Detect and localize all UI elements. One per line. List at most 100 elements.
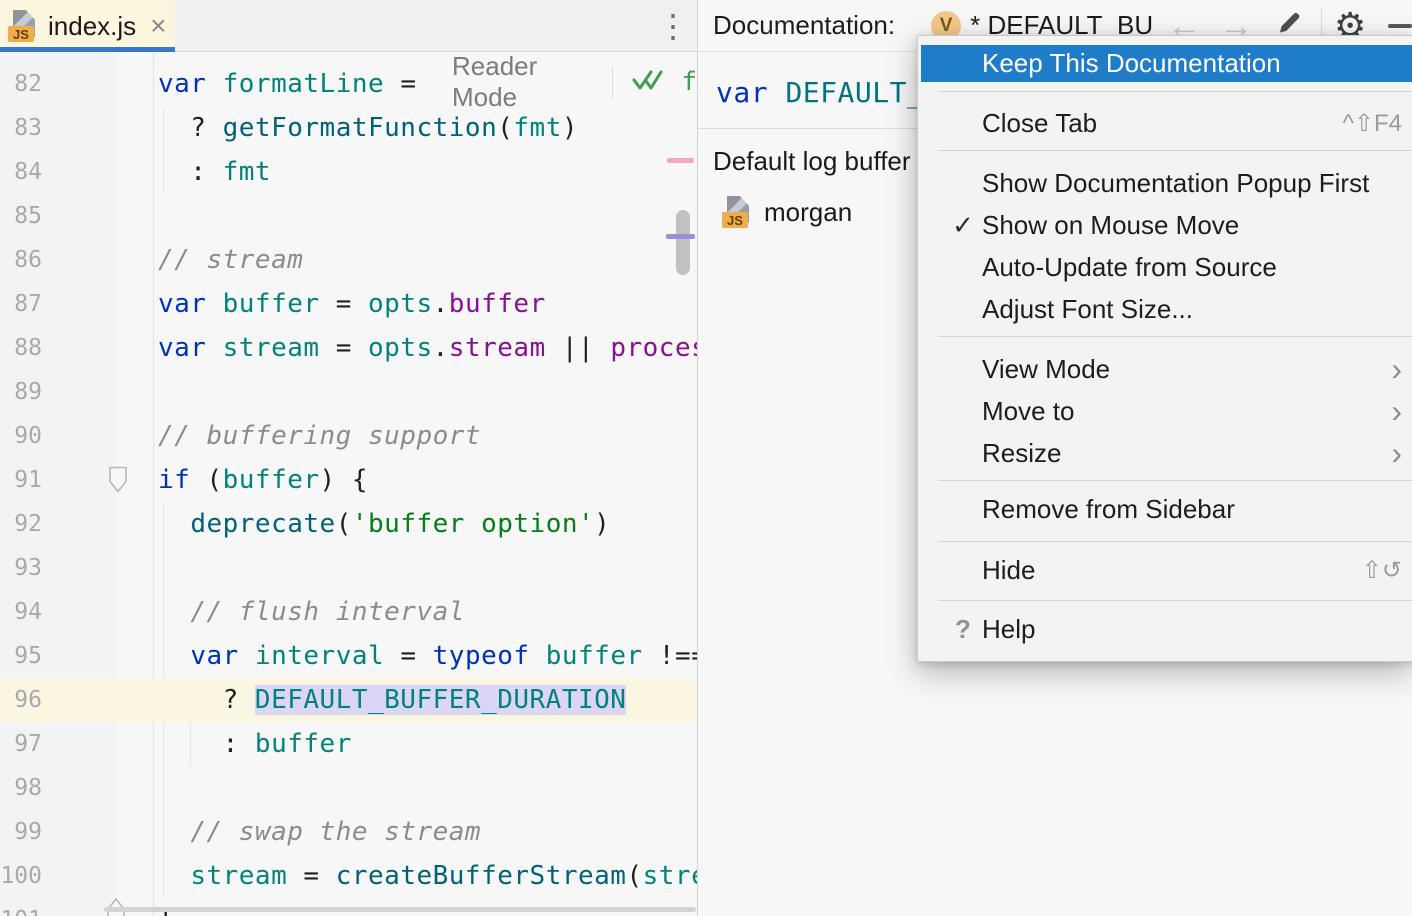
menu-separator	[938, 541, 1412, 542]
line-number: 86	[0, 247, 42, 273]
inspections-ok-check-icon[interactable]	[631, 66, 663, 99]
submenu-chevron-icon: ›	[1391, 395, 1402, 427]
scrollbar-marker-purple	[666, 234, 695, 239]
widget-divider	[612, 66, 613, 98]
checkmark-icon: ✓	[948, 210, 978, 241]
line-number: 89	[0, 379, 42, 405]
documentation-title: Documentation:	[713, 10, 895, 41]
menu-item-move-to[interactable]: Move to›	[918, 390, 1412, 432]
doc-module-name[interactable]: morgan	[764, 197, 852, 228]
code-line-99[interactable]: 99 // swap the stream	[0, 810, 697, 854]
doc-module-row[interactable]: JS morgan	[722, 196, 852, 228]
code-text: // swap the stream	[158, 817, 481, 847]
line-number: 85	[0, 203, 42, 229]
code-line-93[interactable]: 93	[0, 546, 697, 590]
fold-marker-collapse-icon[interactable]	[108, 466, 128, 499]
code-line-85[interactable]: 85	[0, 194, 697, 238]
code-line-98[interactable]: 98	[0, 766, 697, 810]
menu-separator	[938, 600, 1412, 601]
line-number: 98	[0, 775, 42, 801]
js-file-icon: JS	[8, 10, 38, 42]
line-number: 84	[0, 159, 42, 185]
code-text: : buffer	[158, 729, 352, 759]
code-text: stream = createBufferStream(stream	[158, 861, 697, 891]
code-text: ? DEFAULT_BUFFER_DURATION	[158, 685, 626, 715]
editor-options-kebab-icon[interactable]: ⋮	[656, 4, 690, 48]
code-text: // flush interval	[158, 597, 465, 627]
scrollbar-marker-pink	[667, 158, 694, 163]
code-line-88[interactable]: 88 var stream = opts.stream || process	[0, 326, 697, 370]
code-text: ? getFormatFunction(fmt)	[158, 113, 578, 143]
submenu-chevron-icon: ›	[1391, 437, 1402, 469]
line-number: 95	[0, 643, 42, 669]
line-number: 100	[0, 863, 42, 889]
help-question-icon: ?	[948, 614, 978, 645]
vertical-scrollbar-thumb[interactable]	[676, 210, 690, 275]
reader-mode-label[interactable]: Reader Mode	[452, 52, 594, 113]
line-number: 93	[0, 555, 42, 581]
code-line-87[interactable]: 87 var buffer = opts.buffer	[0, 282, 697, 326]
code-line-89[interactable]: 89	[0, 370, 697, 414]
tab-index-js[interactable]: JS index.js ×	[0, 0, 175, 52]
menu-item-show-on-mouse-move[interactable]: ✓Show on Mouse Move	[918, 204, 1412, 246]
code-line-91[interactable]: 91 if (buffer) {	[0, 458, 697, 502]
code-text: : fmt	[158, 157, 271, 187]
line-number: 97	[0, 731, 42, 757]
code-editor[interactable]: 82var formatLine =83 ? getFormatFunction…	[0, 52, 697, 916]
code-line-94[interactable]: 94 // flush interval	[0, 590, 697, 634]
line-number: 91	[0, 467, 42, 493]
code-text: if (buffer) {	[158, 465, 368, 495]
menu-item-auto-update-from-source[interactable]: Auto-Update from Source	[918, 246, 1412, 288]
code-line-100[interactable]: 100 stream = createBufferStream(stream	[0, 854, 697, 898]
code-text: deprecate('buffer option')	[158, 509, 610, 539]
horizontal-scrollbar-thumb[interactable]	[104, 907, 696, 912]
menu-item-resize[interactable]: Resize›	[918, 432, 1412, 474]
editor-pane: JS index.js × ⋮ 82var formatLine =83 ? g…	[0, 0, 697, 916]
menu-item-help[interactable]: ?Help	[918, 608, 1412, 650]
code-text: var stream = opts.stream || process	[158, 333, 697, 363]
line-number: 90	[0, 423, 42, 449]
menu-item-remove-from-sidebar[interactable]: Remove from Sidebar	[918, 488, 1412, 530]
reader-mode-widget[interactable]: Reader Mode f	[452, 64, 697, 100]
line-number: 99	[0, 819, 42, 845]
code-line-96[interactable]: 96 ? DEFAULT_BUFFER_DURATION	[0, 678, 697, 722]
code-text: var buffer = opts.buffer	[158, 289, 546, 319]
js-file-icon: JS	[722, 196, 752, 228]
menu-separator	[938, 336, 1412, 337]
line-number: 92	[0, 511, 42, 537]
menu-item-keep-this-documentation[interactable]: Keep This Documentation	[921, 45, 1412, 82]
menu-item-view-mode[interactable]: View Mode›	[918, 348, 1412, 390]
ide-window: JS index.js × ⋮ 82var formatLine =83 ? g…	[0, 0, 1412, 916]
code-line-86[interactable]: 86 // stream	[0, 238, 697, 282]
inspections-text-clipped: f	[681, 67, 697, 97]
code-text: // stream	[158, 245, 303, 275]
code-line-90[interactable]: 90 // buffering support	[0, 414, 697, 458]
code-line-92[interactable]: 92 deprecate('buffer option')	[0, 502, 697, 546]
hide-panel-icon[interactable]	[1388, 24, 1412, 28]
shortcut-label: ⇧↺	[1362, 556, 1402, 585]
line-number: 101	[0, 907, 42, 916]
menu-item-adjust-font-size[interactable]: Adjust Font Size...	[918, 288, 1412, 330]
line-number: 87	[0, 291, 42, 317]
signature-keyword: var	[716, 76, 785, 109]
context-menu: Keep This Documentation Close Tab^⇧F4 Sh…	[917, 35, 1412, 662]
editor-tab-strip: JS index.js × ⋮	[0, 0, 697, 52]
shortcut-label: ^⇧F4	[1343, 109, 1402, 138]
menu-item-hide[interactable]: Hide⇧↺	[918, 549, 1412, 591]
code-line-95[interactable]: 95 var interval = typeof buffer !==	[0, 634, 697, 678]
line-number: 88	[0, 335, 42, 361]
line-number: 96	[0, 687, 42, 713]
code-text: var formatLine =	[158, 69, 416, 99]
menu-item-show-documentation-popup-first[interactable]: Show Documentation Popup First	[918, 162, 1412, 204]
tab-close-icon[interactable]: ×	[150, 12, 166, 40]
code-text: var interval = typeof buffer !==	[158, 641, 697, 671]
tab-title: index.js	[48, 11, 136, 42]
code-line-84[interactable]: 84 : fmt	[0, 150, 697, 194]
menu-separator	[938, 480, 1412, 481]
line-number: 83	[0, 115, 42, 141]
code-text: // buffering support	[158, 421, 481, 451]
menu-separator	[938, 150, 1412, 151]
menu-item-close-tab[interactable]: Close Tab^⇧F4	[918, 102, 1412, 144]
menu-separator	[938, 91, 1412, 92]
code-line-97[interactable]: 97 : buffer	[0, 722, 697, 766]
